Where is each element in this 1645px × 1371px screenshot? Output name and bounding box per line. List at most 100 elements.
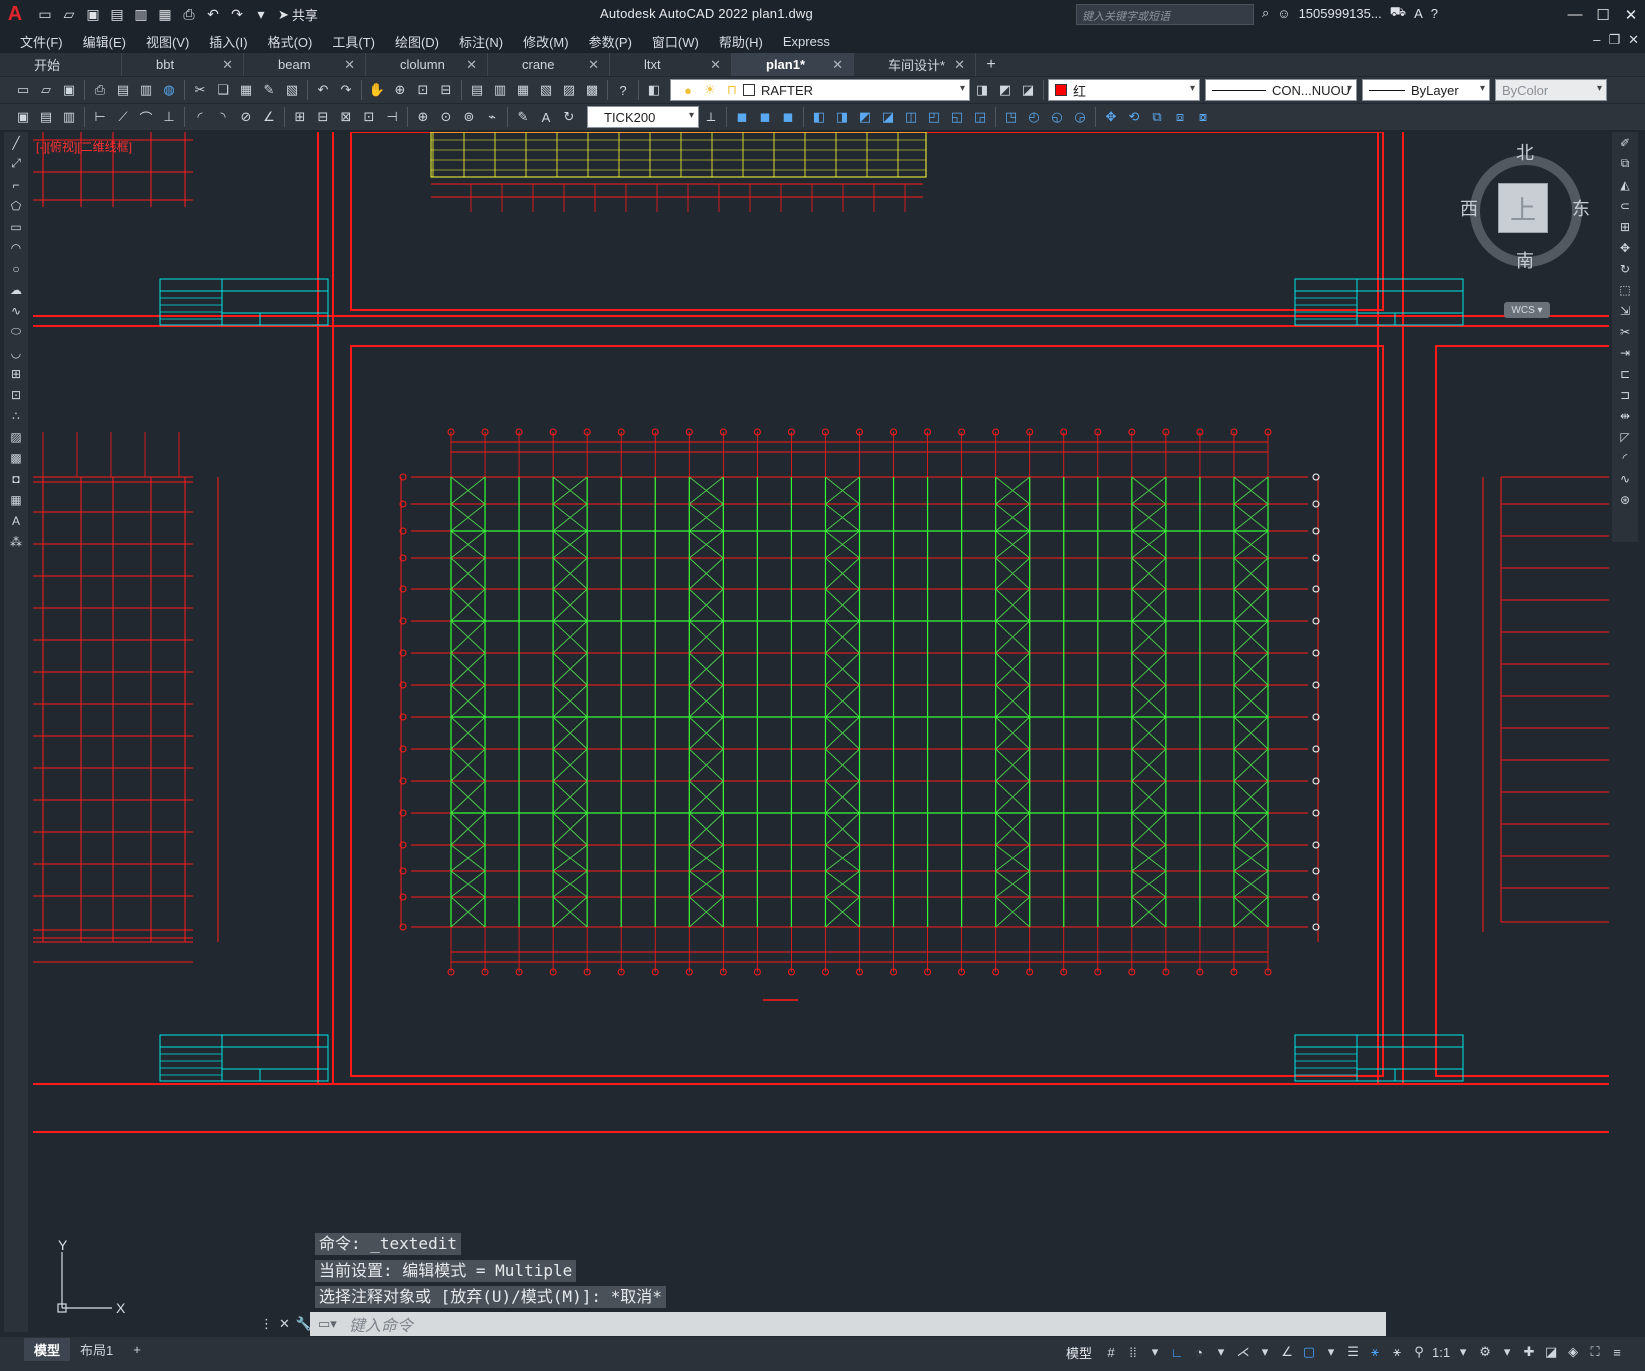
gear-icon[interactable]: ⚙ (1476, 1341, 1494, 1363)
open-icon[interactable]: ▱ (35, 79, 57, 101)
search-icon[interactable]: ⌕ (1262, 5, 1269, 21)
copy-object-icon[interactable]: ⧉ (1612, 153, 1638, 174)
subtract-icon[interactable]: ◼ (777, 106, 799, 128)
file-tab-crane[interactable]: crane ✕ (488, 53, 610, 76)
revision-cloud-icon[interactable]: ☁ (4, 279, 28, 300)
polar-tracking-icon[interactable]: ◔ (1190, 1341, 1208, 1363)
plot-preview-icon[interactable]: ▤ (112, 79, 134, 101)
menu-dimension[interactable]: 标注(N) (449, 32, 513, 51)
trim-icon[interactable]: ✂ (1612, 321, 1638, 342)
rotate-icon[interactable]: ↻ (1612, 258, 1638, 279)
erase-icon[interactable]: ✐ (1612, 132, 1638, 153)
save-as-icon[interactable]: ▤ (106, 4, 128, 26)
autodesk-app-icon[interactable]: A (1414, 6, 1423, 21)
move-icon[interactable]: ✥ (1612, 237, 1638, 258)
3d-array-icon[interactable]: ⧈ (1169, 106, 1191, 128)
file-tab-plan1[interactable]: plan1* ✕ (732, 53, 854, 76)
compass-north[interactable]: 北 (1516, 139, 1534, 165)
zoom-previous-icon[interactable]: ⊟ (435, 79, 457, 101)
gradient-icon[interactable]: ▩ (4, 447, 28, 468)
close-icon[interactable]: ✕ (222, 57, 233, 73)
new-tab-button[interactable]: + (976, 53, 1006, 76)
viewport-controls-label[interactable]: [-][俯视][二维线框] (36, 138, 132, 155)
close-icon[interactable]: ✕ (344, 57, 355, 73)
export-icon[interactable]: ▦ (154, 4, 176, 26)
chevron-down-icon[interactable]: ▾ (1256, 1341, 1274, 1363)
angular-dimension-icon[interactable]: ∠ (258, 106, 280, 128)
drawing-canvas[interactable] (33, 132, 1609, 1337)
annotation-scale-value[interactable]: 1:1 (1432, 1341, 1450, 1363)
toolbar-icon[interactable]: ▤ (35, 106, 57, 128)
command-input[interactable]: ▭▾ 键入命令 (310, 1312, 1386, 1336)
autocad-logo-icon[interactable]: A (0, 0, 30, 29)
continue-dimension-icon[interactable]: ⊠ (335, 106, 357, 128)
viewcube[interactable]: 上 北 南 东 西 WCS ▾ (1460, 143, 1590, 320)
file-tab-bbt[interactable]: bbt ✕ (122, 53, 244, 76)
globe-icon[interactable]: ◍ (158, 79, 180, 101)
plotstyle-dropdown[interactable]: ByColor ▾ (1495, 79, 1607, 101)
3d-rotate-icon[interactable]: ⟲ (1123, 106, 1145, 128)
close-icon[interactable]: ✕ (588, 57, 599, 73)
layer-states-icon[interactable]: ◪ (1017, 79, 1039, 101)
dimension-edit-icon[interactable]: ✎ (512, 106, 534, 128)
undo-icon[interactable]: ↶ (202, 4, 224, 26)
new-icon[interactable]: ▭ (12, 79, 34, 101)
publish-icon[interactable]: ▥ (135, 79, 157, 101)
plus-icon[interactable]: ✚ (1520, 1341, 1538, 1363)
ellipse-arc-icon[interactable]: ◡ (4, 342, 28, 363)
shell-icon[interactable]: ◳ (1000, 106, 1022, 128)
close-button[interactable]: ✕ (1617, 0, 1645, 29)
sheet-set-icon[interactable]: ▧ (535, 79, 557, 101)
close-icon[interactable]: ✕ (710, 57, 721, 73)
doc-close-button[interactable]: ✕ (1628, 32, 1639, 48)
ortho-icon[interactable]: ∟ (1168, 1341, 1186, 1363)
dimension-break-icon[interactable]: ⊣ (381, 106, 403, 128)
menu-help[interactable]: 帮助(H) (709, 32, 773, 51)
markup-icon[interactable]: ▨ (558, 79, 580, 101)
layer-dropdown[interactable]: ● ☀ ⊓ RAFTER ▾ (670, 79, 970, 101)
fillet-icon[interactable]: ◜ (1612, 447, 1638, 468)
annotation-visibility-icon[interactable]: ⚹ (1366, 1341, 1384, 1363)
diameter-dimension-icon[interactable]: ⊘ (235, 106, 257, 128)
help-icon[interactable]: ? (612, 79, 634, 101)
revolve-icon[interactable]: ◪ (877, 106, 899, 128)
loft-icon[interactable]: ◫ (900, 106, 922, 128)
new-icon[interactable]: ▭ (34, 4, 56, 26)
make-current-icon[interactable]: ◨ (971, 79, 993, 101)
scale-icon[interactable]: ⬚ (1612, 279, 1638, 300)
interfere-icon[interactable]: ◲ (969, 106, 991, 128)
compass-west[interactable]: 西 (1460, 195, 1478, 221)
properties-icon[interactable]: ▤ (466, 79, 488, 101)
menu-view[interactable]: 视图(V) (136, 32, 199, 51)
arc-length-icon[interactable]: ⌒ (135, 106, 157, 128)
match-properties-icon[interactable]: ✎ (258, 79, 280, 101)
explode-icon[interactable]: ⊛ (1612, 489, 1638, 510)
jogged-linear-icon[interactable]: ⌁ (481, 106, 503, 128)
chamfer-edge-icon[interactable]: ◵ (1046, 106, 1068, 128)
tool-palettes-icon[interactable]: ▦ (512, 79, 534, 101)
file-tab-clolumn[interactable]: clolumn ✕ (366, 53, 488, 76)
tab-model[interactable]: 模型 (24, 1337, 71, 1361)
clean-screen-icon[interactable]: ⛶ (1586, 1341, 1604, 1363)
jogged-dimension-icon[interactable]: ◝ (212, 106, 234, 128)
dimstyle-dropdown[interactable]: TICK200 ▾ (587, 106, 699, 128)
toolbar-icon[interactable]: ▥ (58, 106, 80, 128)
copy-icon[interactable]: ❏ (212, 79, 234, 101)
isolate-objects-icon[interactable]: ◪ (1542, 1341, 1560, 1363)
share-button[interactable]: ➤ 共享 (278, 5, 318, 24)
baseline-dimension-icon[interactable]: ⊟ (312, 106, 334, 128)
model-space-button[interactable]: 模型 (1060, 1343, 1098, 1362)
polygon-icon[interactable]: ⬠ (4, 195, 28, 216)
menu-draw[interactable]: 绘图(D) (385, 32, 449, 51)
lineweight-dropdown[interactable]: ByLayer ▾ (1362, 79, 1490, 101)
separate-icon[interactable]: ◶ (1069, 106, 1091, 128)
add-selected-icon[interactable]: ⁂ (4, 531, 28, 552)
extrude-icon[interactable]: ◧ (808, 106, 830, 128)
hardware-acceleration-icon[interactable]: ◈ (1564, 1341, 1582, 1363)
dimension-style-icon[interactable]: ⟂ (700, 106, 722, 128)
add-layout-button[interactable]: + (123, 1340, 151, 1359)
close-icon[interactable]: ✕ (279, 1316, 290, 1332)
annotation-scale-icon[interactable]: ⚲ (1410, 1341, 1428, 1363)
cut-icon[interactable]: ✂ (189, 79, 211, 101)
close-icon[interactable]: ✕ (466, 57, 477, 73)
